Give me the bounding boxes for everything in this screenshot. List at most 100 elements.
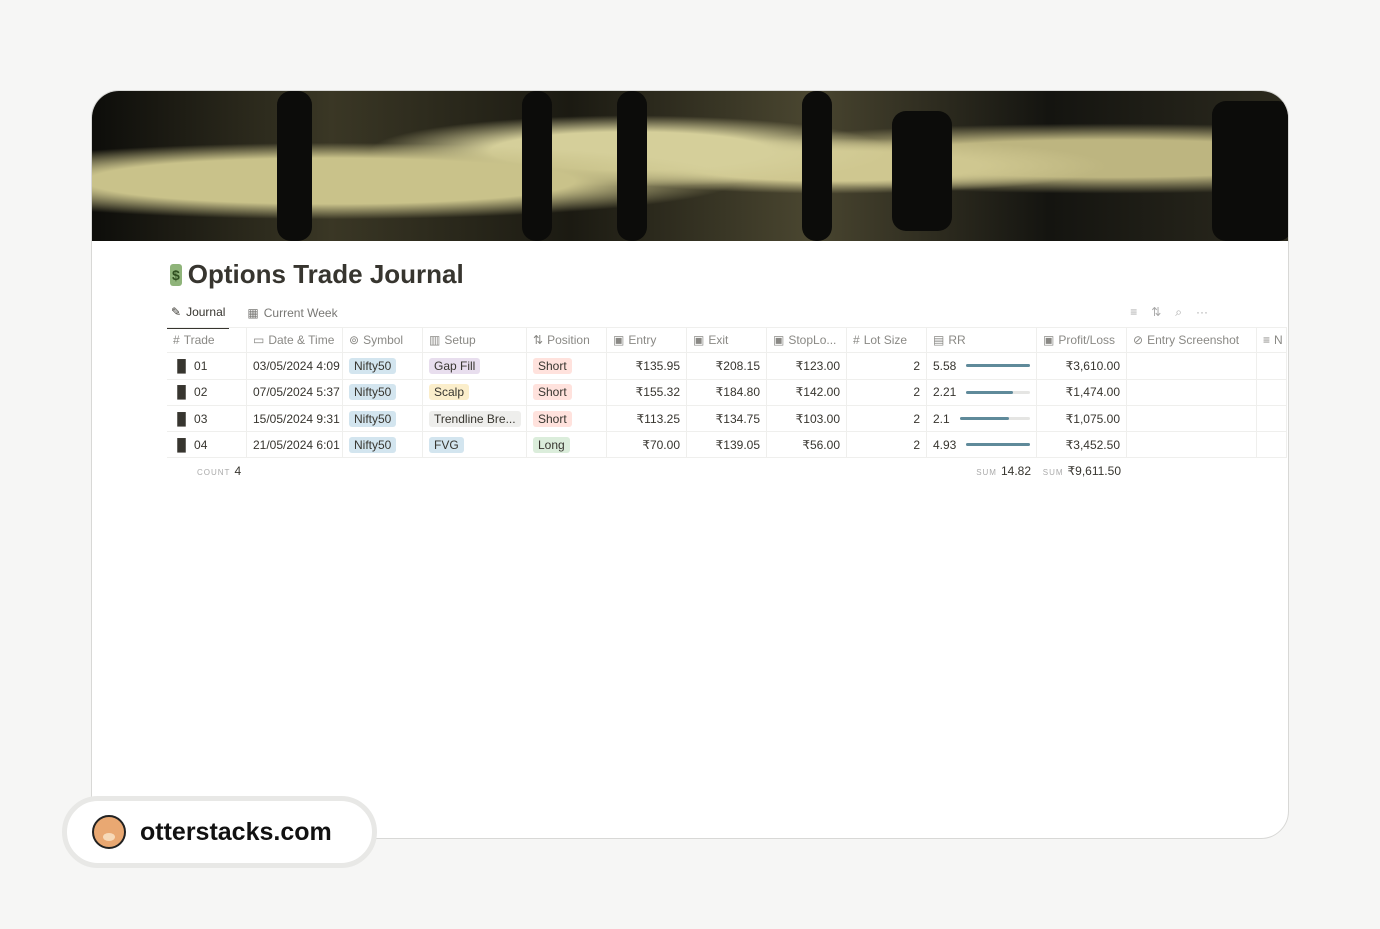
symbol-tag[interactable]: Nifty50 bbox=[349, 436, 397, 453]
notes-cell[interactable] bbox=[1257, 432, 1287, 458]
rr-progress-bar bbox=[966, 364, 1030, 368]
symbol-tag[interactable]: Nifty50 bbox=[349, 384, 397, 401]
date-cell[interactable]: 21/05/2024 6:01 bbox=[247, 432, 343, 458]
sort-icon[interactable]: ⇅ bbox=[1151, 305, 1161, 320]
stoploss-cell[interactable]: ₹56.00 bbox=[767, 432, 847, 458]
rr-progress-bar bbox=[966, 443, 1030, 447]
column-type-icon: ▣ bbox=[613, 333, 625, 348]
column-type-icon: # bbox=[173, 333, 180, 348]
profit-loss-cell[interactable]: ₹3,452.50 bbox=[1037, 432, 1127, 458]
profit-loss-cell[interactable]: ₹1,474.00 bbox=[1037, 379, 1127, 405]
table-row[interactable]: ▐▌ 02 07/05/2024 5:37 Nifty50 Scalp Short… bbox=[167, 379, 1287, 406]
filter-icon[interactable]: ≡ bbox=[1130, 305, 1137, 320]
rr-cell[interactable]: 2.21 bbox=[927, 379, 1037, 405]
notes-cell[interactable] bbox=[1257, 405, 1287, 432]
table-row[interactable]: ▐▌ 04 21/05/2024 6:01 Nifty50 FVG Long ₹7… bbox=[167, 432, 1287, 459]
column-type-icon: ⇅ bbox=[533, 333, 544, 348]
chart-bar-icon: ▐▌ bbox=[173, 385, 191, 400]
lot-size-cell[interactable]: 2 bbox=[847, 405, 927, 432]
setup-tag[interactable]: Gap Fill bbox=[429, 357, 481, 374]
search-icon[interactable]: ⌕ bbox=[1175, 305, 1182, 320]
lot-size-cell[interactable]: 2 bbox=[847, 353, 927, 379]
symbol-tag[interactable]: Nifty50 bbox=[349, 357, 397, 374]
column-type-icon: ▣ bbox=[773, 333, 785, 348]
screenshot-cell[interactable] bbox=[1127, 405, 1257, 432]
column-header[interactable]: # Trade bbox=[167, 328, 247, 353]
entry-cell[interactable]: ₹155.32 bbox=[607, 379, 687, 405]
brand-badge: otterstacks.com bbox=[62, 796, 377, 868]
rr-cell[interactable]: 4.93 bbox=[927, 432, 1037, 458]
rr-cell[interactable]: 2.1 bbox=[927, 405, 1037, 432]
column-header[interactable]: ▣ Profit/Loss bbox=[1037, 328, 1127, 353]
chart-bar-icon: ▐▌ bbox=[173, 411, 191, 426]
journal-icon: ✎ bbox=[171, 305, 182, 319]
profit-loss-cell[interactable]: ₹3,610.00 bbox=[1037, 353, 1127, 379]
position-tag[interactable]: Short bbox=[533, 357, 572, 374]
pl-sum[interactable]: SUM ₹9,611.50 bbox=[1037, 464, 1127, 478]
setup-tag[interactable]: FVG bbox=[429, 436, 464, 453]
position-tag[interactable]: Long bbox=[533, 436, 570, 453]
tab-journal[interactable]: ✎ Journal bbox=[167, 303, 230, 329]
notes-cell[interactable] bbox=[1257, 353, 1287, 379]
column-header[interactable]: ⊚ Symbol bbox=[343, 328, 423, 353]
column-type-icon: ⊚ bbox=[349, 333, 360, 348]
tab-current-week[interactable]: ▦ Current Week bbox=[243, 303, 341, 329]
more-icon[interactable]: ··· bbox=[1196, 305, 1208, 320]
position-tag[interactable]: Short bbox=[533, 384, 572, 401]
date-cell[interactable]: 07/05/2024 5:37 bbox=[247, 379, 343, 405]
stoploss-cell[interactable]: ₹142.00 bbox=[767, 379, 847, 405]
column-header[interactable]: ▭ Date & Time bbox=[247, 328, 343, 353]
journal-table: # Trade ▭ Date & Time ⊚ Symbol ▥ Setup ⇅ Position… bbox=[167, 327, 1287, 484]
money-icon: $ bbox=[170, 263, 182, 286]
screenshot-cell[interactable] bbox=[1127, 379, 1257, 405]
stoploss-cell[interactable]: ₹123.00 bbox=[767, 353, 847, 379]
lot-size-cell[interactable]: 2 bbox=[847, 432, 927, 458]
column-type-icon: # bbox=[853, 333, 860, 348]
column-type-icon: ⊘ bbox=[1133, 333, 1144, 348]
column-header[interactable]: ▤ RR bbox=[927, 328, 1037, 353]
column-type-icon: ▥ bbox=[429, 333, 441, 348]
notes-cell[interactable] bbox=[1257, 379, 1287, 405]
lot-size-cell[interactable]: 2 bbox=[847, 379, 927, 405]
exit-cell[interactable]: ₹134.75 bbox=[687, 405, 767, 432]
column-type-icon: ▣ bbox=[1043, 333, 1055, 348]
column-header[interactable]: ▣ Exit bbox=[687, 328, 767, 353]
exit-cell[interactable]: ₹208.15 bbox=[687, 353, 767, 379]
footer-row: COUNT 4 SUM 14.82 SUM ₹9,611.50 bbox=[167, 458, 1287, 484]
symbol-tag[interactable]: Nifty50 bbox=[349, 410, 397, 427]
rr-cell[interactable]: 5.58 bbox=[927, 353, 1037, 379]
column-header[interactable]: # Lot Size bbox=[847, 328, 927, 353]
stoploss-cell[interactable]: ₹103.00 bbox=[767, 405, 847, 432]
otter-logo-icon bbox=[92, 815, 126, 849]
column-header[interactable]: ▣ Entry bbox=[607, 328, 687, 353]
entry-cell[interactable]: ₹113.25 bbox=[607, 405, 687, 432]
chart-bar-icon: ▐▌ bbox=[173, 358, 191, 373]
column-header[interactable]: ⊘ Entry Screenshot bbox=[1127, 328, 1257, 353]
column-header[interactable]: ≡ N bbox=[1257, 328, 1287, 353]
table-row[interactable]: ▐▌ 01 03/05/2024 4:09 Nifty50 Gap Fill Sh… bbox=[167, 353, 1287, 380]
rr-progress-bar bbox=[959, 417, 1030, 421]
date-cell[interactable]: 03/05/2024 4:09 bbox=[247, 353, 343, 379]
setup-tag[interactable]: Scalp bbox=[429, 384, 470, 401]
date-cell[interactable]: 15/05/2024 9:31 bbox=[247, 405, 343, 432]
position-tag[interactable]: Short bbox=[533, 410, 572, 427]
exit-cell[interactable]: ₹139.05 bbox=[687, 432, 767, 458]
column-type-icon: ▭ bbox=[253, 333, 265, 348]
column-header[interactable]: ⇅ Position bbox=[527, 328, 607, 353]
setup-tag[interactable]: Trendline Bre... bbox=[429, 410, 521, 427]
column-type-icon: ▤ bbox=[933, 333, 945, 348]
exit-cell[interactable]: ₹184.80 bbox=[687, 379, 767, 405]
profit-loss-cell[interactable]: ₹1,075.00 bbox=[1037, 405, 1127, 432]
entry-cell[interactable]: ₹135.95 bbox=[607, 353, 687, 379]
rr-sum[interactable]: SUM 14.82 bbox=[247, 464, 1037, 478]
screenshot-cell[interactable] bbox=[1127, 432, 1257, 458]
calendar-icon: ▦ bbox=[247, 306, 259, 320]
entry-cell[interactable]: ₹70.00 bbox=[607, 432, 687, 458]
count-summary[interactable]: COUNT 4 bbox=[167, 464, 247, 478]
screenshot-cell[interactable] bbox=[1127, 353, 1257, 379]
page-title: $ Options Trade Journal bbox=[170, 259, 464, 289]
column-header[interactable]: ▥ Setup bbox=[423, 328, 527, 353]
table-row[interactable]: ▐▌ 03 15/05/2024 9:31 Nifty50 Trendline B… bbox=[167, 405, 1287, 433]
column-header[interactable]: ▣ StopLo... bbox=[767, 328, 847, 353]
column-type-icon: ≡ bbox=[1263, 333, 1271, 348]
